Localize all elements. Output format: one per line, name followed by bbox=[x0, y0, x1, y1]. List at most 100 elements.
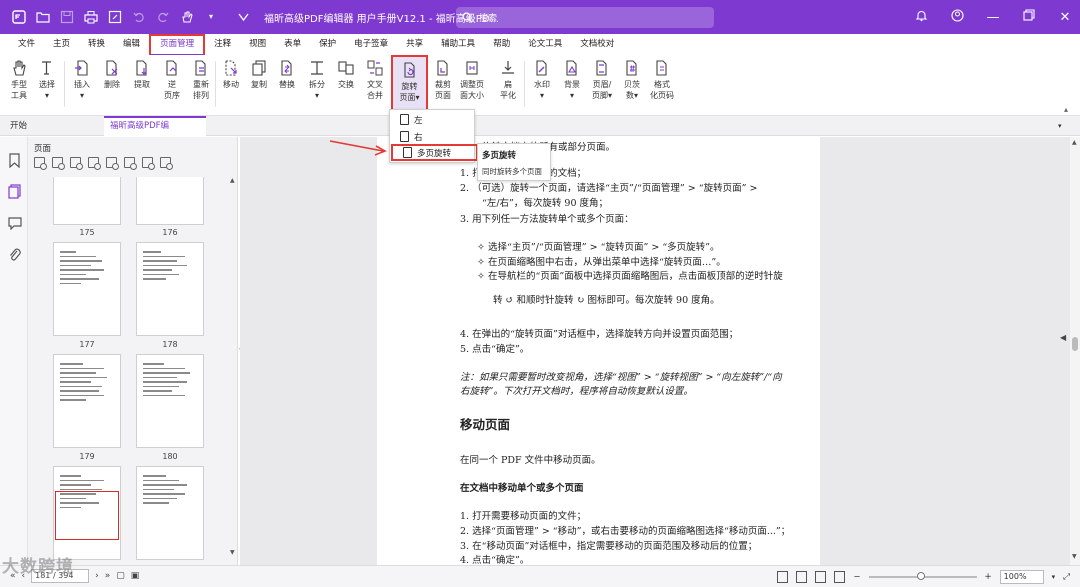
insert-page-button[interactable]: 插入 ▾ bbox=[67, 55, 97, 115]
menu-convert[interactable]: 转换 bbox=[79, 34, 114, 55]
bates-number-button[interactable]: 贝茨 数▾ bbox=[617, 55, 647, 115]
copy-page-view-icon[interactable]: ▢ bbox=[116, 571, 125, 581]
menu-accessibility-tools[interactable]: 辅助工具 bbox=[432, 34, 484, 55]
page-thumbnail[interactable] bbox=[53, 177, 121, 225]
menu-file[interactable]: 文件 bbox=[9, 34, 44, 55]
menu-share[interactable]: 共享 bbox=[397, 34, 432, 55]
copy-page-button[interactable]: 复制 bbox=[244, 55, 274, 115]
single-page-view-icon[interactable] bbox=[777, 571, 789, 583]
zoom-in-icon[interactable]: + bbox=[985, 572, 992, 582]
menu-form[interactable]: 表单 bbox=[275, 34, 310, 55]
menu-help[interactable]: 帮助 bbox=[484, 34, 519, 55]
fullscreen-icon[interactable]: ⤢ bbox=[1063, 572, 1070, 582]
document-view[interactable]: 旋转文档中的所有或部分页面。 1. 打开需要旋转页面的文档； 2. （可选）旋转… bbox=[240, 137, 1070, 565]
scrollbar-thumb[interactable] bbox=[1072, 337, 1078, 351]
insert-page-tool-icon[interactable] bbox=[34, 157, 47, 170]
flatten-button[interactable]: 扁 平化 bbox=[493, 55, 523, 115]
resize-page-button[interactable]: 调整页 面大小 bbox=[457, 55, 487, 115]
multi-page-rotate-item[interactable]: 多页旋转 bbox=[391, 144, 478, 161]
menu-view[interactable]: 视图 bbox=[240, 34, 275, 55]
watermark-button[interactable]: 水印 ▾ bbox=[527, 55, 557, 115]
replace-page-tool-icon[interactable] bbox=[124, 157, 137, 170]
open-folder-icon[interactable] bbox=[36, 10, 50, 24]
menu-proofread[interactable]: 文档校对 bbox=[571, 34, 623, 55]
fit-page-icon[interactable]: ▣ bbox=[131, 571, 140, 581]
delete-page-button[interactable]: 删除 bbox=[97, 55, 127, 115]
print-icon[interactable] bbox=[84, 10, 98, 24]
thumbnail-settings-icon[interactable] bbox=[160, 157, 173, 170]
page-thumbnail[interactable] bbox=[53, 354, 121, 448]
zoom-level-input[interactable]: 100% bbox=[999, 570, 1044, 584]
thumbnail-scrollbar[interactable]: ▲ ▼ bbox=[229, 177, 237, 561]
page-thumbnail[interactable] bbox=[53, 242, 121, 336]
menu-page-management[interactable]: 页面管理 bbox=[149, 33, 206, 56]
right-panel-handle-icon[interactable]: ◀ bbox=[1060, 333, 1066, 342]
notification-bell-icon[interactable] bbox=[914, 9, 928, 26]
app-logo-icon[interactable] bbox=[12, 10, 26, 24]
page-thumbnail-selected[interactable] bbox=[53, 466, 121, 560]
undo-icon[interactable] bbox=[132, 10, 146, 24]
scroll-down-icon[interactable]: ▼ bbox=[1072, 553, 1077, 560]
continuous-view-icon[interactable] bbox=[796, 571, 808, 583]
next-page-icon[interactable]: › bbox=[95, 571, 99, 581]
menu-paper-tools[interactable]: 论文工具 bbox=[519, 34, 571, 55]
search-box[interactable]: 搜索 bbox=[456, 7, 714, 28]
replace-page-button[interactable]: 替换 bbox=[272, 55, 302, 115]
tab-document[interactable]: 福昕高级PDF编辑...✕ bbox=[104, 116, 206, 148]
two-page-view-icon[interactable] bbox=[815, 571, 827, 583]
zoom-dropdown-icon[interactable]: ▾ bbox=[1052, 573, 1056, 581]
delete-page-tool-icon[interactable] bbox=[88, 157, 101, 170]
rotate-page-button[interactable]: 旋转 页面▾ bbox=[391, 55, 428, 115]
menu-protect[interactable]: 保护 bbox=[310, 34, 345, 55]
cross-merge-button[interactable]: 文叉 合并 bbox=[360, 55, 390, 115]
rotate-left-item[interactable]: 左 bbox=[390, 111, 476, 128]
move-page-button[interactable]: 移动 bbox=[216, 55, 246, 115]
menu-home[interactable]: 主页 bbox=[44, 34, 79, 55]
customize-heart-icon[interactable] bbox=[236, 10, 250, 24]
extract-page-tool-icon[interactable] bbox=[106, 157, 119, 170]
background-button[interactable]: 背景 ▾ bbox=[557, 55, 587, 115]
hand-tool-icon[interactable] bbox=[180, 10, 194, 24]
redo-icon[interactable] bbox=[156, 10, 170, 24]
rotate-left-tool-icon[interactable] bbox=[52, 157, 65, 170]
format-page-number-button[interactable]: 格式 化页码 bbox=[647, 55, 677, 115]
attachments-icon[interactable] bbox=[8, 248, 21, 262]
hand-tool-button[interactable]: 手型 工具 bbox=[4, 55, 34, 115]
menu-e-signature[interactable]: 电子签章 bbox=[345, 34, 397, 55]
reverse-page-order-button[interactable]: 逆 页序 bbox=[157, 55, 187, 115]
select-button[interactable]: 选择 ▾ bbox=[32, 55, 62, 115]
save-icon[interactable] bbox=[60, 10, 74, 24]
menu-comment[interactable]: 注释 bbox=[205, 34, 240, 55]
user-account-icon[interactable] bbox=[950, 8, 964, 26]
menu-edit[interactable]: 编辑 bbox=[114, 34, 149, 55]
page-thumbnails-icon[interactable] bbox=[8, 184, 21, 199]
collapse-ribbon-icon[interactable]: ▴ bbox=[1064, 105, 1068, 114]
document-scrollbar[interactable]: ▲ ▼ bbox=[1070, 137, 1080, 565]
zoom-out-icon[interactable]: − bbox=[853, 572, 860, 582]
swap-button[interactable]: 交换 bbox=[331, 55, 361, 115]
quick-access-dropdown-icon[interactable]: ▾ bbox=[204, 10, 218, 24]
rotate-right-item[interactable]: 右 bbox=[390, 128, 476, 145]
two-page-continuous-view-icon[interactable] bbox=[834, 571, 846, 583]
scroll-down-icon[interactable]: ▼ bbox=[230, 549, 235, 556]
bookmark-icon[interactable] bbox=[8, 153, 21, 169]
page-thumbnail[interactable] bbox=[136, 354, 204, 448]
rearrange-button[interactable]: 重新 排列 bbox=[186, 55, 216, 115]
crop-page-button[interactable]: 裁剪 页面 bbox=[428, 55, 458, 115]
tab-list-dropdown-icon[interactable]: ▾ bbox=[1052, 116, 1068, 136]
rotate-right-tool-icon[interactable] bbox=[70, 157, 83, 170]
restore-button[interactable] bbox=[1022, 9, 1036, 25]
last-page-icon[interactable]: » bbox=[105, 571, 111, 581]
close-window-button[interactable]: ✕ bbox=[1058, 10, 1072, 25]
zoom-slider-knob[interactable] bbox=[916, 572, 925, 580]
split-button[interactable]: 拆分 ▾ bbox=[302, 55, 332, 115]
page-thumbnail[interactable] bbox=[136, 466, 204, 560]
page-thumbnail[interactable] bbox=[136, 177, 204, 225]
comments-icon[interactable] bbox=[8, 216, 22, 231]
scroll-up-icon[interactable]: ▲ bbox=[230, 177, 235, 184]
crop-page-tool-icon[interactable] bbox=[142, 157, 155, 170]
extract-page-button[interactable]: 提取 bbox=[127, 55, 157, 115]
zoom-slider[interactable] bbox=[868, 572, 977, 580]
scroll-up-icon[interactable]: ▲ bbox=[1072, 139, 1077, 146]
page-thumbnail[interactable] bbox=[136, 242, 204, 336]
